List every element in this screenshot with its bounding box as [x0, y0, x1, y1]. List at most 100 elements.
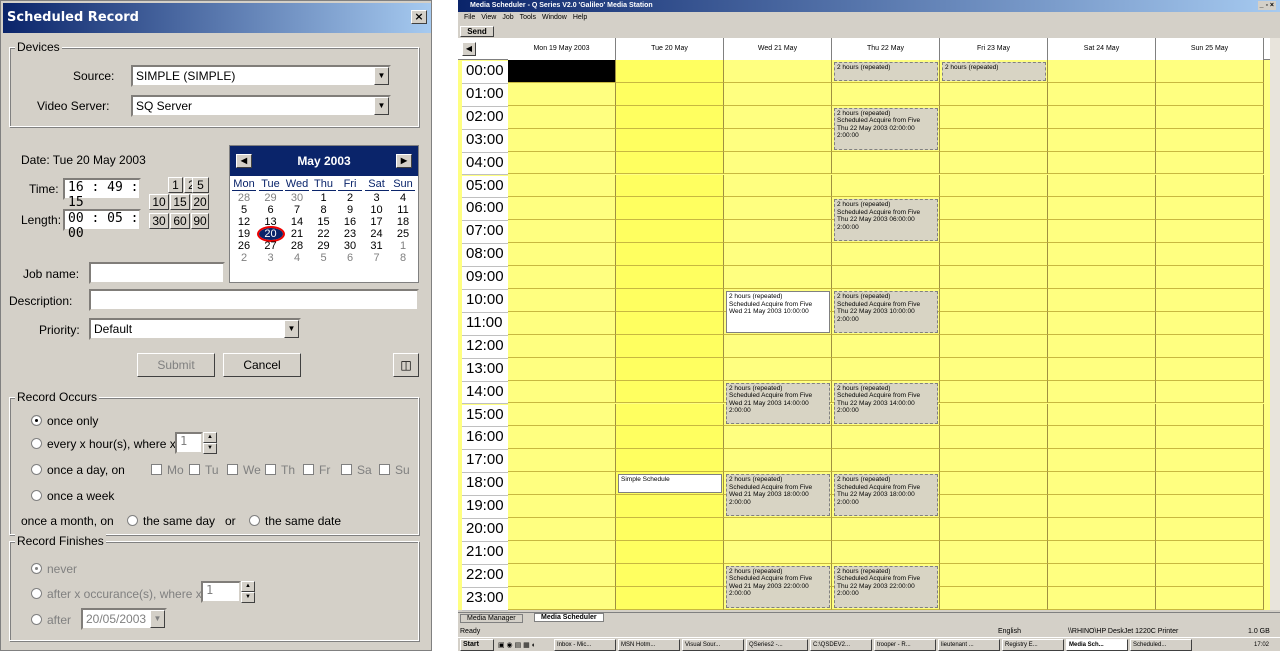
time-slot[interactable]: [1156, 220, 1264, 244]
once-a-week-radio[interactable]: [31, 490, 42, 501]
chevron-down-icon[interactable]: ▼: [374, 67, 389, 85]
after-date-combo[interactable]: 20/05/2003 ▼: [81, 608, 167, 630]
time-slot[interactable]: [940, 495, 1048, 518]
day-header[interactable]: Thu 22 May: [832, 38, 940, 60]
schedule-event[interactable]: 2 hours (repeated) Scheduled Acquire from…: [834, 565, 938, 608]
calendar-day[interactable]: 7: [365, 252, 389, 264]
calendar-day[interactable]: 21: [285, 228, 309, 240]
after-x-radio[interactable]: [31, 588, 42, 599]
source-combo[interactable]: SIMPLE (SIMPLE) ▼: [131, 65, 391, 87]
time-slot[interactable]: [1048, 495, 1156, 518]
quick-60-button[interactable]: 60: [170, 213, 190, 229]
time-slot[interactable]: [1048, 220, 1156, 244]
time-slot[interactable]: [940, 426, 1048, 450]
time-slot[interactable]: [940, 289, 1048, 312]
time-slot[interactable]: [1156, 151, 1264, 175]
time-slot[interactable]: [508, 357, 616, 381]
time-slot[interactable]: [508, 472, 616, 496]
time-slot[interactable]: [508, 60, 616, 83]
time-slot[interactable]: [508, 289, 616, 312]
time-slot[interactable]: [616, 60, 724, 83]
spin-down-icon[interactable]: ▼: [203, 443, 217, 454]
menu-item-job[interactable]: Job: [502, 14, 513, 21]
time-slot[interactable]: [1048, 197, 1156, 221]
calendar-day[interactable]: 31: [365, 240, 389, 252]
schedule-event[interactable]: 2 hours (repeated) Scheduled Acquire from…: [726, 382, 830, 425]
time-slot[interactable]: [1156, 289, 1264, 312]
time-slot[interactable]: [724, 151, 832, 175]
calendar-day[interactable]: 4: [391, 192, 415, 204]
time-slot[interactable]: [616, 380, 724, 404]
after-radio[interactable]: [31, 614, 42, 625]
time-slot[interactable]: [1048, 563, 1156, 587]
day-checkbox-we[interactable]: [227, 464, 238, 475]
chevron-down-icon[interactable]: ▼: [150, 610, 165, 628]
time-slot[interactable]: [940, 197, 1048, 221]
day-checkbox-fr[interactable]: [303, 464, 314, 475]
calendar-day[interactable]: 22: [312, 228, 336, 240]
time-slot[interactable]: [508, 449, 616, 473]
quick-15-button[interactable]: 15: [170, 194, 190, 210]
calendar-day-selected[interactable]: 20: [256, 226, 285, 242]
time-slot[interactable]: [508, 82, 616, 106]
time-slot[interactable]: [832, 449, 940, 473]
time-slot[interactable]: [1156, 540, 1264, 564]
time-slot[interactable]: [940, 334, 1048, 358]
time-slot[interactable]: [508, 563, 616, 587]
time-slot[interactable]: [508, 540, 616, 564]
every-x-input[interactable]: 1: [175, 432, 203, 454]
time-slot[interactable]: [1156, 472, 1264, 496]
calendar-day[interactable]: 1: [312, 192, 336, 204]
time-slot[interactable]: [1048, 243, 1156, 267]
calendar-day[interactable]: 11: [391, 204, 415, 216]
time-slot[interactable]: [508, 266, 616, 289]
tab-media-scheduler[interactable]: Media Scheduler: [534, 613, 604, 622]
day-checkbox-tu[interactable]: [189, 464, 200, 475]
time-slot[interactable]: [1048, 380, 1156, 404]
time-slot[interactable]: [1048, 357, 1156, 381]
quick-20-button[interactable]: 20: [191, 194, 209, 210]
time-slot[interactable]: [1156, 266, 1264, 289]
calendar-day[interactable]: 3: [259, 252, 283, 264]
time-slot[interactable]: [1156, 403, 1264, 427]
previous-month-icon[interactable]: ◀: [236, 154, 252, 168]
once-a-day-radio[interactable]: [31, 464, 42, 475]
calendar-day[interactable]: 29: [312, 240, 336, 252]
time-slot[interactable]: [1156, 495, 1264, 518]
calendar-day[interactable]: 10: [365, 204, 389, 216]
time-slot[interactable]: [1156, 128, 1264, 152]
time-slot[interactable]: [508, 128, 616, 152]
time-slot[interactable]: [616, 518, 724, 541]
calendar-day[interactable]: 19: [232, 228, 256, 240]
time-slot[interactable]: [508, 220, 616, 244]
menu-item-window[interactable]: Window: [542, 14, 567, 21]
time-slot[interactable]: [724, 449, 832, 473]
time-slot[interactable]: [1048, 311, 1156, 335]
time-slot[interactable]: [832, 151, 940, 175]
time-slot[interactable]: [940, 266, 1048, 289]
calendar-day[interactable]: 28: [285, 240, 309, 252]
quick-30-button[interactable]: 30: [149, 213, 169, 229]
time-slot[interactable]: [1048, 403, 1156, 427]
calendar-day[interactable]: 17: [365, 216, 389, 228]
day-header[interactable]: Sun 25 May: [1156, 38, 1264, 60]
time-slot[interactable]: [616, 128, 724, 152]
time-slot[interactable]: [1048, 174, 1156, 198]
same-date-radio[interactable]: [249, 515, 260, 526]
same-day-radio[interactable]: [127, 515, 138, 526]
time-slot[interactable]: [940, 357, 1048, 381]
calendar-day[interactable]: 16: [338, 216, 362, 228]
month-calendar[interactable]: ◀ May 2003 ▶ Mon Tue Wed Thu Fri Sat Sun 28 29 30…: [229, 145, 419, 283]
time-slot[interactable]: [1048, 540, 1156, 564]
calendar-day[interactable]: 27: [259, 240, 283, 252]
quick-1-button[interactable]: 1: [168, 177, 183, 193]
quick-launch-icons[interactable]: ▣ ◉ ▤ ▦ ◐: [498, 639, 536, 651]
time-slot[interactable]: [508, 426, 616, 450]
time-slot[interactable]: [1048, 472, 1156, 496]
calendar-day[interactable]: 12: [232, 216, 256, 228]
time-slot[interactable]: [616, 449, 724, 473]
menu-item-view[interactable]: View: [481, 14, 496, 21]
time-slot[interactable]: [940, 243, 1048, 267]
vertical-scrollbar[interactable]: [1270, 38, 1280, 610]
time-slot[interactable]: [832, 82, 940, 106]
